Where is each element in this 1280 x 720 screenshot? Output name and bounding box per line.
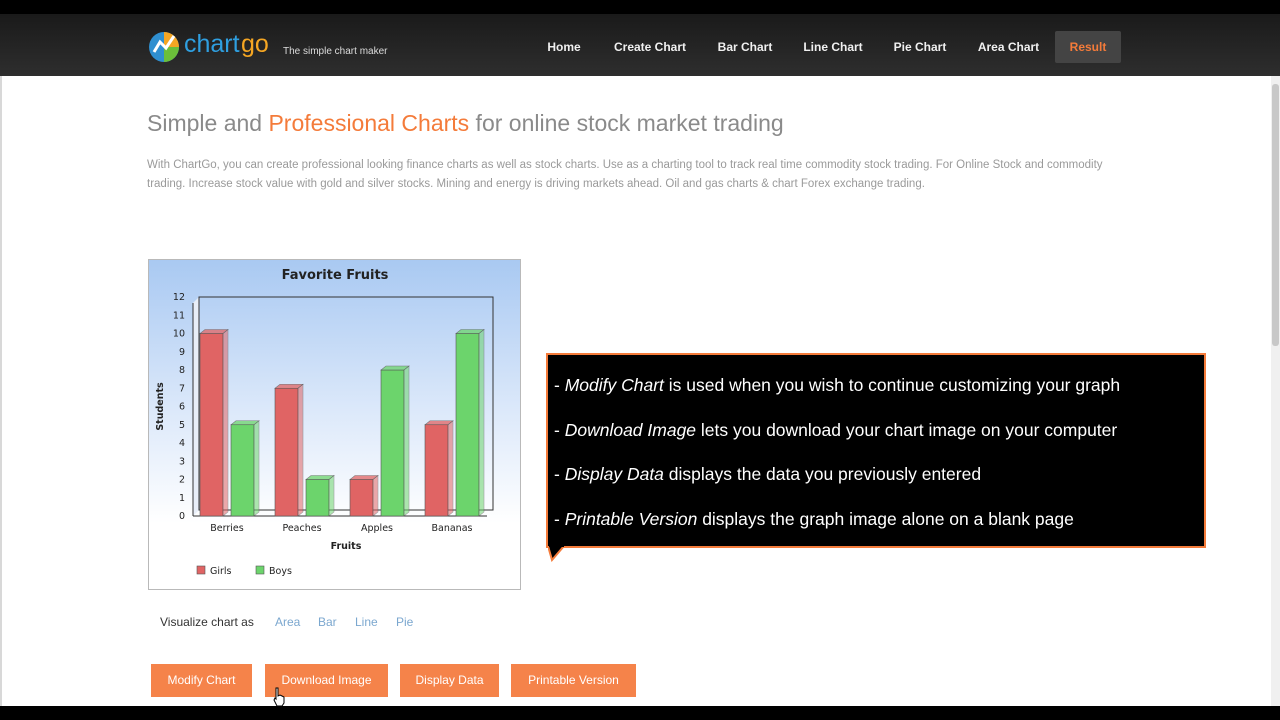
callout-line-display: - Display Data displays the data you pre… xyxy=(554,464,981,485)
nav-area-chart[interactable]: Area Chart xyxy=(971,31,1046,63)
bar-side-face xyxy=(328,474,335,517)
x-tick-label: Peaches xyxy=(282,523,321,534)
callout-line-modify: - Modify Chart is used when you wish to … xyxy=(554,375,1120,396)
callout-text: displays the data you previously entered xyxy=(663,464,982,484)
bar-side-face xyxy=(372,474,379,517)
bar-side-face xyxy=(447,420,454,517)
hand-cursor-icon xyxy=(273,687,285,706)
x-tick-label: Bananas xyxy=(432,523,473,534)
bar-side-face xyxy=(478,328,485,517)
y-tick-label: 3 xyxy=(179,456,185,467)
callout-bullet: - xyxy=(554,464,565,484)
callout-line-printable: - Printable Version displays the graph i… xyxy=(554,509,1074,530)
display-data-button[interactable]: Display Data xyxy=(400,664,499,697)
bar-chart: Favorite Fruits0123456789101112StudentsB… xyxy=(155,268,494,577)
bar-girls-apples xyxy=(349,479,374,517)
modify-chart-button[interactable]: Modify Chart xyxy=(151,664,252,697)
chart-title: Favorite Fruits xyxy=(282,268,389,283)
nav-home[interactable]: Home xyxy=(540,31,588,63)
callout-line-download: - Download Image lets you download your … xyxy=(554,420,1117,441)
callout-term: Modify Chart xyxy=(564,375,664,395)
bar-side-face xyxy=(297,383,304,517)
y-tick-label: 7 xyxy=(179,383,185,394)
callout-text: displays the graph image alone on a blan… xyxy=(697,509,1074,529)
x-tick-label: Berries xyxy=(210,523,243,534)
logo-tagline: The simple chart maker xyxy=(283,46,388,57)
callout-text: lets you download your chart image on yo… xyxy=(696,420,1118,440)
page-headline: Simple and Professional Charts for onlin… xyxy=(147,110,784,137)
callout-bullet: - xyxy=(554,509,565,529)
legend-swatch-girls xyxy=(196,565,206,575)
y-tick-label: 12 xyxy=(173,292,185,303)
x-tick-label: Apples xyxy=(361,523,393,534)
y-tick-label: 5 xyxy=(179,420,185,431)
y-axis-label: Students xyxy=(155,382,166,431)
visualize-area-link[interactable]: Area xyxy=(275,615,300,629)
bar-boys-apples xyxy=(380,369,405,517)
x-axis-label: Fruits xyxy=(331,541,362,552)
nav-bar-chart[interactable]: Bar Chart xyxy=(711,31,779,63)
y-tick-label: 4 xyxy=(179,438,185,449)
nav-pie-chart[interactable]: Pie Chart xyxy=(887,31,953,63)
y-tick-label: 1 xyxy=(179,493,185,504)
nav-line-chart[interactable]: Line Chart xyxy=(797,31,869,63)
bar-girls-peaches xyxy=(274,387,299,517)
visualize-pie-link[interactable]: Pie xyxy=(396,615,413,629)
y-tick-label: 0 xyxy=(179,511,185,522)
bar-side-face xyxy=(403,365,410,517)
printable-version-button[interactable]: Printable Version xyxy=(511,664,636,697)
bar-side-face xyxy=(253,420,260,517)
nav-create-chart[interactable]: Create Chart xyxy=(607,31,693,63)
callout-term: Display Data xyxy=(564,464,664,484)
chart-panel: Favorite Fruits 0 1 2 3 4 5 6 7 8 9 10 11 12 Students B… xyxy=(148,259,521,590)
y-tick-label: 2 xyxy=(179,475,185,486)
chartgo-logo[interactable]: chart go The simple chart maker xyxy=(148,30,398,64)
callout-term: Printable Version xyxy=(564,509,698,529)
bar-girls-bananas xyxy=(424,424,449,517)
legend-label-girls: Girls xyxy=(210,566,232,577)
callout-bullet: - xyxy=(554,420,565,440)
logo-text-go: go xyxy=(241,30,269,58)
scrollbar-thumb[interactable] xyxy=(1272,84,1279,346)
callout-tail xyxy=(548,546,566,562)
y-tick-label: 10 xyxy=(173,329,185,340)
visualize-label: Visualize chart as xyxy=(160,615,254,629)
legend-label-boys: Boys xyxy=(269,566,292,577)
intro-paragraph: With ChartGo, you can create professiona… xyxy=(147,159,1103,190)
headline-accent: Professional Charts xyxy=(268,110,470,136)
info-callout: - Modify Chart is used when you wish to … xyxy=(546,353,1206,548)
y-tick-label: 9 xyxy=(179,347,185,358)
callout-text: is used when you wish to continue custom… xyxy=(663,375,1121,395)
browser-viewport: chart go The simple chart maker Home Cre… xyxy=(0,14,1280,706)
plot-depth-wall xyxy=(193,297,199,516)
bar-girls-berries xyxy=(199,333,224,517)
nav-result[interactable]: Result xyxy=(1055,31,1121,63)
bar-boys-peaches xyxy=(305,479,330,517)
bar-side-face xyxy=(222,328,229,517)
logo-text-chart: chart xyxy=(184,30,240,58)
bar-boys-berries xyxy=(230,424,255,517)
y-tick-label: 8 xyxy=(179,365,185,376)
headline-part2: for online stock market trading xyxy=(469,110,784,136)
y-tick-label: 11 xyxy=(173,310,185,321)
headline-part1: Simple and xyxy=(147,110,269,136)
callout-bullet: - xyxy=(554,375,565,395)
site-header: chart go The simple chart maker Home Cre… xyxy=(0,14,1280,76)
y-tick-label: 6 xyxy=(179,402,185,413)
left-border xyxy=(0,76,2,706)
visualize-bar-link[interactable]: Bar xyxy=(318,615,337,629)
bar-boys-bananas xyxy=(455,333,480,517)
visualize-line-link[interactable]: Line xyxy=(355,615,378,629)
callout-term: Download Image xyxy=(564,420,697,440)
legend-swatch-boys xyxy=(255,565,265,575)
